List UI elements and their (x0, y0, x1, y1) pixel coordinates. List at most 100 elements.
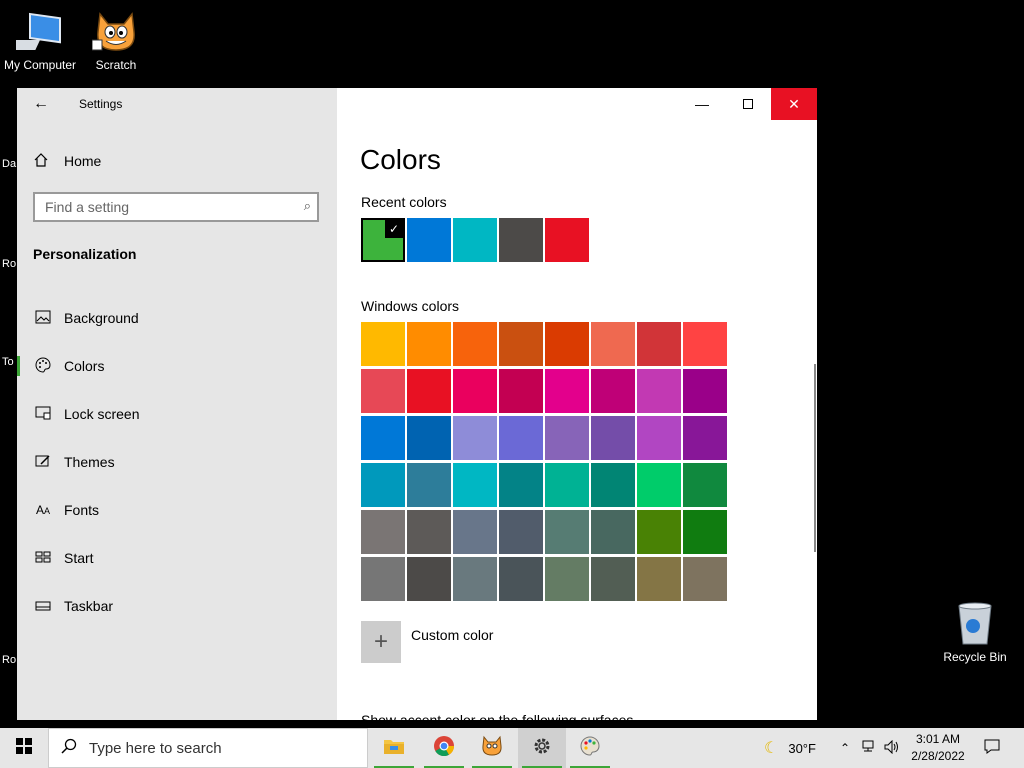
windows-color-swatch[interactable] (453, 557, 497, 601)
windows-color-swatch[interactable] (361, 463, 405, 507)
chrome-icon (433, 735, 455, 762)
windows-color-swatch[interactable] (545, 416, 589, 460)
window-title: Settings (79, 97, 123, 111)
sidebar-item-label: Background (64, 310, 139, 326)
windows-color-swatch[interactable] (361, 416, 405, 460)
sidebar-item-colors[interactable]: Colors (17, 342, 337, 390)
windows-color-swatch[interactable] (453, 510, 497, 554)
back-button[interactable]: ← (29, 94, 53, 114)
windows-color-swatch[interactable] (407, 557, 451, 601)
recent-color-swatch[interactable] (407, 218, 451, 262)
sidebar-item-lock-screen[interactable]: Lock screen (17, 390, 337, 438)
weather-temperature: 30°F (788, 740, 816, 756)
scrollbar-thumb[interactable] (814, 364, 816, 552)
windows-color-swatch[interactable] (499, 510, 543, 554)
windows-color-swatch[interactable] (591, 510, 635, 554)
desktop-icon-recycle-bin[interactable]: Recycle Bin (935, 602, 1015, 664)
speaker-icon (884, 739, 900, 757)
sidebar-item-fonts[interactable]: AA Fonts (17, 486, 337, 534)
windows-color-swatch[interactable] (591, 369, 635, 413)
sidebar-item-themes[interactable]: Themes (17, 438, 337, 486)
settings-search-input[interactable] (35, 198, 287, 216)
desktop-icon-label: My Computer (3, 58, 77, 72)
windows-color-swatch[interactable] (453, 369, 497, 413)
windows-color-swatch[interactable] (499, 369, 543, 413)
volume-button[interactable] (884, 728, 900, 768)
maximize-button[interactable] (725, 88, 771, 120)
recent-color-swatch[interactable]: ✓ (361, 218, 405, 262)
start-button[interactable] (0, 728, 48, 768)
windows-color-swatch[interactable] (637, 322, 681, 366)
windows-color-swatch[interactable] (683, 322, 727, 366)
show-hidden-icons-button[interactable]: ⌃ (840, 728, 850, 768)
taskbar-app-chrome[interactable] (420, 728, 468, 768)
windows-color-swatch[interactable] (683, 557, 727, 601)
scratch-icon (481, 735, 503, 762)
windows-color-swatch[interactable] (683, 416, 727, 460)
windows-color-swatch[interactable] (361, 510, 405, 554)
weather-widget[interactable]: ☾ 30°F (764, 728, 816, 768)
custom-color-button[interactable]: + Custom color (361, 621, 493, 663)
windows-color-swatch[interactable] (637, 510, 681, 554)
maximize-icon (743, 96, 753, 112)
windows-color-swatch[interactable] (683, 369, 727, 413)
sidebar-item-start[interactable]: Start (17, 534, 337, 582)
recent-color-swatch[interactable] (545, 218, 589, 262)
windows-color-swatch[interactable] (591, 557, 635, 601)
windows-color-swatch[interactable] (453, 322, 497, 366)
windows-color-swatch[interactable] (545, 369, 589, 413)
desktop-icon-label: Recycle Bin (943, 650, 1007, 664)
windows-color-swatch[interactable] (591, 463, 635, 507)
minimize-button[interactable]: — (679, 88, 725, 120)
desktop-icon-my-computer[interactable]: My Computer (0, 10, 80, 72)
windows-color-swatch[interactable] (545, 510, 589, 554)
taskbar-app-scratch[interactable] (468, 728, 516, 768)
windows-color-swatch[interactable] (499, 322, 543, 366)
taskbar-search-input[interactable] (87, 738, 341, 758)
close-button[interactable]: ✕ (771, 88, 817, 120)
sidebar-item-label: Colors (64, 358, 105, 374)
windows-color-swatch[interactable] (407, 322, 451, 366)
settings-search-box[interactable]: ⌕ (33, 192, 319, 222)
windows-color-swatch[interactable] (683, 463, 727, 507)
windows-color-swatch[interactable] (407, 416, 451, 460)
desktop-icon-scratch[interactable]: Scratch (76, 10, 156, 72)
taskbar-search-box[interactable] (48, 728, 368, 768)
windows-color-swatch[interactable] (591, 322, 635, 366)
network-button[interactable] (862, 728, 878, 768)
windows-color-swatch[interactable] (407, 463, 451, 507)
windows-color-swatch[interactable] (545, 463, 589, 507)
notification-center-button[interactable] (978, 728, 1006, 768)
taskbar-app-file-explorer[interactable] (370, 728, 418, 768)
windows-color-swatch[interactable] (453, 463, 497, 507)
windows-color-swatch[interactable] (637, 463, 681, 507)
recent-color-swatch[interactable] (499, 218, 543, 262)
taskbar-app-settings[interactable] (518, 728, 566, 768)
windows-color-swatch[interactable] (407, 369, 451, 413)
sidebar-item-taskbar[interactable]: Taskbar (17, 582, 337, 630)
sidebar-item-background[interactable]: Background (17, 294, 337, 342)
windows-color-swatch[interactable] (545, 557, 589, 601)
taskbar-app-paint[interactable] (566, 728, 614, 768)
system-clock[interactable]: 3:01 AM 2/28/2022 (904, 731, 972, 765)
windows-color-swatch[interactable] (591, 416, 635, 460)
windows-color-swatch[interactable] (637, 416, 681, 460)
windows-color-swatch[interactable] (361, 557, 405, 601)
clock-date: 2/28/2022 (911, 749, 965, 763)
checkmark-icon: ✓ (385, 220, 403, 238)
recent-color-swatch[interactable] (453, 218, 497, 262)
windows-color-swatch[interactable] (361, 369, 405, 413)
desktop-partial-label: Da (2, 158, 17, 170)
section-heading: Personalization (33, 246, 137, 262)
windows-color-swatch[interactable] (361, 322, 405, 366)
home-link[interactable]: Home (33, 150, 101, 172)
windows-color-swatch[interactable] (407, 510, 451, 554)
windows-color-swatch[interactable] (637, 557, 681, 601)
windows-color-swatch[interactable] (545, 322, 589, 366)
windows-color-swatch[interactable] (499, 416, 543, 460)
windows-color-swatch[interactable] (453, 416, 497, 460)
windows-color-swatch[interactable] (683, 510, 727, 554)
windows-color-swatch[interactable] (499, 463, 543, 507)
windows-color-swatch[interactable] (499, 557, 543, 601)
windows-color-swatch[interactable] (637, 369, 681, 413)
